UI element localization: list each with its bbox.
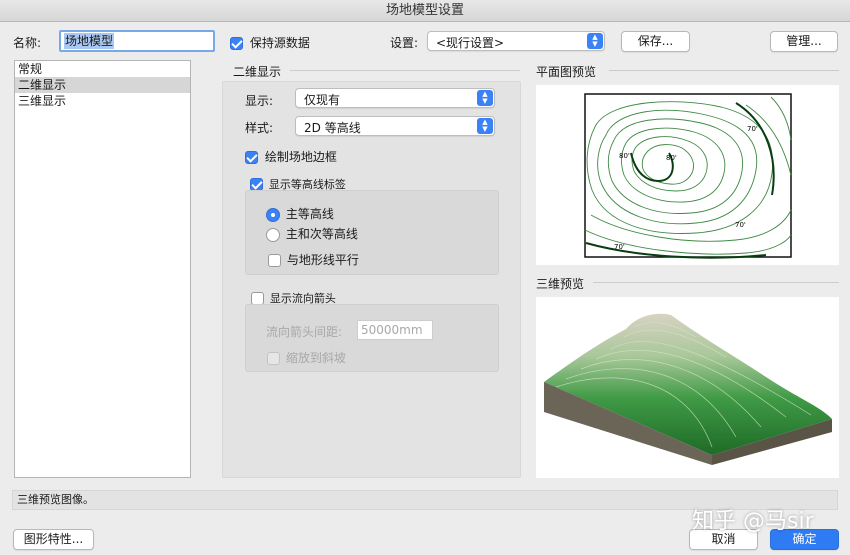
arrow-spacing-input[interactable]: 50000mm — [357, 320, 433, 340]
watermark: 知乎 @马sir — [692, 509, 814, 534]
display-2d-panel — [222, 81, 521, 478]
draw-boundary-label: 绘制场地边框 — [264, 150, 337, 164]
contour-label: 70' — [747, 125, 758, 133]
settings-label: 设置: — [390, 36, 419, 50]
plan-preview-image: 80' 80' 70' 70' 70' — [536, 85, 839, 265]
section-divider — [290, 70, 520, 71]
checkbox-icon — [230, 37, 243, 50]
contour-label: 70' — [735, 221, 746, 229]
radio-icon — [266, 207, 280, 222]
parallel-terrain-checkbox[interactable]: 与地形线平行 — [268, 251, 359, 268]
settings-select-value: <现行设置> — [436, 36, 505, 50]
list-item-2d-display[interactable]: 二维显示 — [15, 77, 190, 93]
checkbox-icon — [268, 254, 281, 267]
style-select[interactable]: 2D 等高线 ▲ ▼ — [295, 116, 495, 136]
category-list[interactable]: 常规 二维显示 三维显示 — [14, 60, 191, 478]
plan-preview-title: 平面图预览 — [536, 65, 597, 79]
section-divider — [609, 70, 839, 71]
updown-arrows-icon: ▲ ▼ — [587, 33, 603, 49]
scale-to-slope-label: 缩放到斜坡 — [285, 351, 346, 365]
major-minor-contour-label: 主和次等高线 — [285, 227, 358, 241]
window-title: 场地模型设置 — [0, 0, 850, 22]
graphics-properties-button[interactable]: 图形特性... — [13, 529, 94, 550]
list-item-3d-display[interactable]: 三维显示 — [15, 93, 190, 109]
preview-3d-title: 三维预览 — [536, 277, 585, 291]
arrow-spacing-value: 50000mm — [361, 323, 423, 337]
section-divider — [593, 282, 839, 283]
name-label: 名称: — [13, 36, 42, 50]
updown-arrows-icon: ▲ ▼ — [477, 90, 493, 106]
contour-label: 80' — [666, 154, 677, 162]
name-input-value: 场地模型 — [64, 33, 115, 49]
arrow-spacing-label: 流向箭头间距: — [266, 325, 343, 339]
keep-source-checkbox[interactable]: 保持源数据 — [230, 34, 310, 51]
manage-button[interactable]: 管理... — [770, 31, 838, 52]
contour-label: 80' — [619, 152, 630, 160]
checkbox-icon — [267, 352, 280, 365]
display-label: 显示: — [245, 94, 274, 108]
radio-icon — [266, 227, 280, 242]
display-select[interactable]: 仅现有 ▲ ▼ — [295, 88, 495, 108]
list-item-general[interactable]: 常规 — [15, 61, 190, 77]
keep-source-label: 保持源数据 — [249, 36, 310, 50]
save-button[interactable]: 保存... — [621, 31, 690, 52]
major-minor-contour-radio[interactable]: 主和次等高线 — [266, 225, 358, 242]
display-select-value: 仅现有 — [304, 93, 341, 107]
settings-select[interactable]: <现行设置> ▲ ▼ — [427, 31, 605, 51]
parallel-terrain-label: 与地形线平行 — [286, 253, 359, 267]
section-title-2d: 二维显示 — [233, 65, 282, 79]
draw-boundary-checkbox[interactable]: 绘制场地边框 — [245, 148, 337, 165]
style-label: 样式: — [245, 121, 274, 135]
name-input[interactable]: 场地模型 — [59, 30, 215, 52]
contour-label: 70' — [614, 243, 625, 251]
checkbox-icon — [245, 151, 258, 164]
major-contour-label: 主等高线 — [285, 207, 334, 221]
major-contour-radio[interactable]: 主等高线 — [266, 205, 334, 222]
style-select-value: 2D 等高线 — [304, 121, 361, 135]
preview-3d-image — [536, 297, 839, 478]
scale-to-slope-checkbox[interactable]: 缩放到斜坡 — [267, 349, 346, 366]
updown-arrows-icon: ▲ ▼ — [477, 118, 493, 134]
